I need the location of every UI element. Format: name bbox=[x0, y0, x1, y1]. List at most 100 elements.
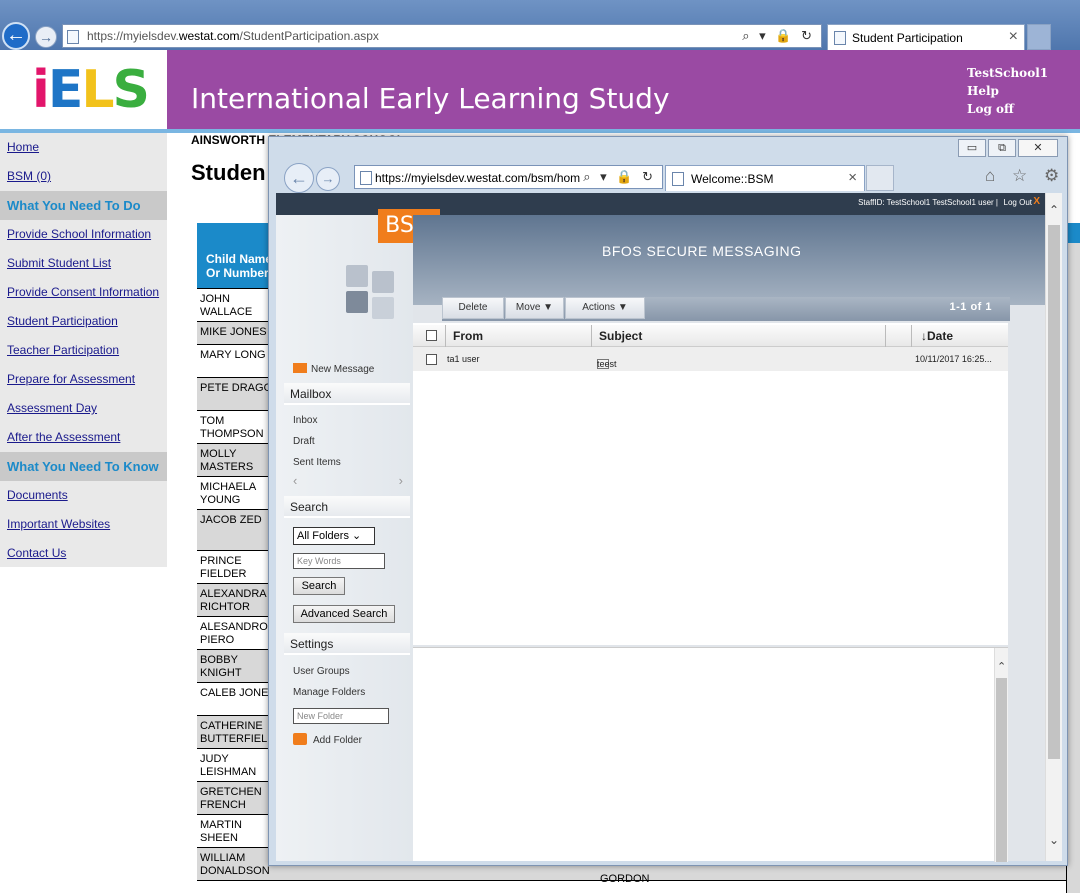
message-date: 10/11/2017 16:25... bbox=[915, 354, 992, 364]
tab-page-icon bbox=[834, 31, 846, 45]
actions-button[interactable]: Actions ▼ bbox=[565, 297, 645, 319]
address-bar[interactable]: https://myielsdev.westat.com/StudentPart… bbox=[62, 24, 822, 48]
mailbox-section-title: Mailbox bbox=[284, 383, 410, 405]
student-name: JUDY LEISHMAN bbox=[200, 753, 257, 778]
student-name: JOHN WALLACE bbox=[200, 293, 253, 318]
home-favorites-settings-icons[interactable]: ⌂ ☆ ⚙ bbox=[985, 166, 1065, 186]
folder-inbox[interactable]: Inbox bbox=[293, 415, 317, 426]
scroll-up-icon[interactable]: ⌃ bbox=[997, 660, 1006, 673]
folder-sent-items[interactable]: Sent Items bbox=[293, 457, 341, 468]
delete-button[interactable]: Delete bbox=[442, 297, 504, 319]
popup-new-tab-button[interactable] bbox=[866, 165, 894, 191]
settings-section-title: Settings bbox=[284, 633, 410, 655]
nav-link-10[interactable]: After the Assessment bbox=[0, 423, 167, 452]
column-subject[interactable]: Subject bbox=[599, 329, 642, 343]
logout-x-icon[interactable]: X bbox=[1033, 196, 1040, 207]
scroll-thumb[interactable] bbox=[1048, 225, 1060, 759]
nav-link-5[interactable]: Provide Consent Information bbox=[0, 278, 167, 307]
nav-link-8[interactable]: Prepare for Assessment bbox=[0, 365, 167, 394]
bsm-app: StaffID: TestSchool1 TestSchool1 user | … bbox=[276, 193, 1062, 862]
back-button[interactable]: ← bbox=[2, 22, 30, 50]
preview-scrollbar[interactable]: ⌃ bbox=[994, 648, 1008, 862]
page-icon bbox=[67, 30, 79, 44]
new-tab-button[interactable] bbox=[1027, 24, 1051, 50]
help-link[interactable]: Help bbox=[967, 82, 1048, 100]
add-folder-link[interactable]: Add Folder bbox=[293, 733, 362, 746]
popup-address-tools-icons[interactable]: ⌕ ▾ 🔒 ↻ bbox=[583, 169, 656, 185]
student-name: CALEB JONES bbox=[200, 687, 276, 699]
scroll-down-icon[interactable]: ⌄ bbox=[1049, 833, 1059, 847]
browser-tab-student-participation[interactable]: Student Participation × bbox=[827, 24, 1025, 50]
close-window-button[interactable]: ✕ bbox=[1018, 139, 1058, 157]
keyword-input[interactable]: Key Words bbox=[293, 553, 385, 569]
folder-draft[interactable]: Draft bbox=[293, 436, 315, 447]
student-name: MARY LONG bbox=[200, 349, 266, 361]
scroll-thumb[interactable] bbox=[996, 678, 1007, 862]
manage-folders-link[interactable]: Manage Folders bbox=[293, 687, 365, 698]
scroll-right-icon[interactable]: › bbox=[399, 473, 403, 488]
student-name: ALESANDRO PIERO bbox=[200, 621, 268, 646]
app-name: BFOS SECURE MESSAGING bbox=[602, 243, 802, 259]
search-button[interactable]: Search bbox=[293, 577, 345, 595]
nav-link-9[interactable]: Assessment Day bbox=[0, 394, 167, 423]
message-count: 1-1 of 1 bbox=[949, 301, 992, 313]
user-groups-link[interactable]: User Groups bbox=[293, 666, 350, 677]
folder-select[interactable]: All Folders ⌄ bbox=[293, 527, 375, 545]
popup-forward-button[interactable]: → bbox=[316, 167, 340, 191]
bsm-main-area: BFOS SECURE MESSAGING Delete Move ▼ Acti… bbox=[413, 215, 1045, 862]
popup-tab-close-icon[interactable]: × bbox=[848, 169, 857, 186]
scroll-left-icon[interactable]: ‹ bbox=[293, 473, 297, 488]
nav-link-0[interactable]: Home bbox=[0, 133, 167, 162]
address-tools-icons[interactable]: ⌕ ▾ 🔒 ↻ bbox=[742, 28, 815, 44]
message-row[interactable]: ta1 user teest 10/11/2017 16:25... bbox=[413, 347, 1008, 371]
message-from: ta1 user bbox=[447, 354, 480, 364]
nav-link-14[interactable]: Contact Us bbox=[0, 539, 167, 568]
new-message-link[interactable]: New Message bbox=[293, 363, 374, 375]
column-date[interactable]: ↓Date bbox=[921, 329, 953, 343]
logo-text: iELS bbox=[32, 60, 150, 120]
nav-link-7[interactable]: Teacher Participation bbox=[0, 336, 167, 365]
popup-back-button[interactable]: ← bbox=[284, 163, 314, 193]
message-checkbox[interactable] bbox=[426, 354, 437, 365]
move-button[interactable]: Move ▼ bbox=[505, 297, 564, 319]
nav-link-4[interactable]: Submit Student List bbox=[0, 249, 167, 278]
student-name: MOLLY MASTERS bbox=[200, 448, 254, 473]
student-name: CATHERINE BUTTERFIELD bbox=[200, 720, 276, 745]
column-from[interactable]: From bbox=[453, 329, 483, 343]
popup-address-bar[interactable]: https://myielsdev.westat.com/bsm/hom ⌕ ▾… bbox=[354, 165, 663, 189]
tab-close-icon[interactable]: × bbox=[1009, 28, 1018, 46]
user-link[interactable]: TestSchool1 bbox=[967, 64, 1048, 82]
nav-link-12[interactable]: Documents bbox=[0, 481, 167, 510]
logoff-link[interactable]: Log off bbox=[967, 100, 1048, 118]
student-name: ALEXANDRA RICHTOR bbox=[200, 588, 267, 613]
iels-logo: iELS bbox=[0, 50, 167, 130]
new-folder-input[interactable]: New Folder bbox=[293, 708, 389, 724]
student-name: GRETCHEN FRENCH bbox=[200, 786, 262, 811]
address-url: https://myielsdev.westat.com/StudentPart… bbox=[87, 29, 379, 43]
forward-button[interactable]: → bbox=[35, 26, 57, 48]
folder-scroll[interactable]: ‹ › bbox=[293, 473, 403, 488]
message-toolbar: Delete Move ▼ Actions ▼ 1-1 of 1 bbox=[442, 297, 1010, 321]
nav-link-1[interactable]: BSM (0) bbox=[0, 162, 167, 191]
nav-link-3[interactable]: Provide School Information bbox=[0, 220, 167, 249]
nav-link-13[interactable]: Important Websites bbox=[0, 510, 167, 539]
nav-link-6[interactable]: Student Participation bbox=[0, 307, 167, 336]
bsm-page-scrollbar[interactable]: ⌃ ⌄ bbox=[1045, 193, 1062, 861]
staff-info: StaffID: TestSchool1 TestSchool1 user | bbox=[858, 198, 998, 207]
maximize-button[interactable]: ⧉ bbox=[988, 139, 1016, 157]
child-name-header: Child Name Or Number bbox=[206, 252, 273, 280]
student-name: WILLIAM DONALDSON bbox=[200, 852, 270, 877]
page-title: Studen bbox=[191, 160, 266, 185]
scroll-up-icon[interactable]: ⌃ bbox=[1049, 203, 1059, 217]
chevron-down-icon: ⌄ bbox=[352, 530, 362, 542]
student-name: MARTIN SHEEN bbox=[200, 819, 242, 844]
popup-tab-page-icon bbox=[672, 172, 684, 186]
popup-tab-welcome-bsm[interactable]: Welcome::BSM × bbox=[665, 165, 865, 191]
select-all-checkbox[interactable] bbox=[426, 330, 437, 341]
minimize-button[interactable]: ▭ bbox=[958, 139, 986, 157]
logout-link[interactable]: Log Out bbox=[1004, 198, 1032, 207]
popup-address-url: https://myielsdev.westat.com/bsm/hom bbox=[375, 171, 581, 185]
message-preview-pane: ⌃ bbox=[413, 647, 1008, 862]
advanced-search-button[interactable]: Advanced Search bbox=[293, 605, 395, 623]
popup-page-icon bbox=[360, 171, 372, 185]
